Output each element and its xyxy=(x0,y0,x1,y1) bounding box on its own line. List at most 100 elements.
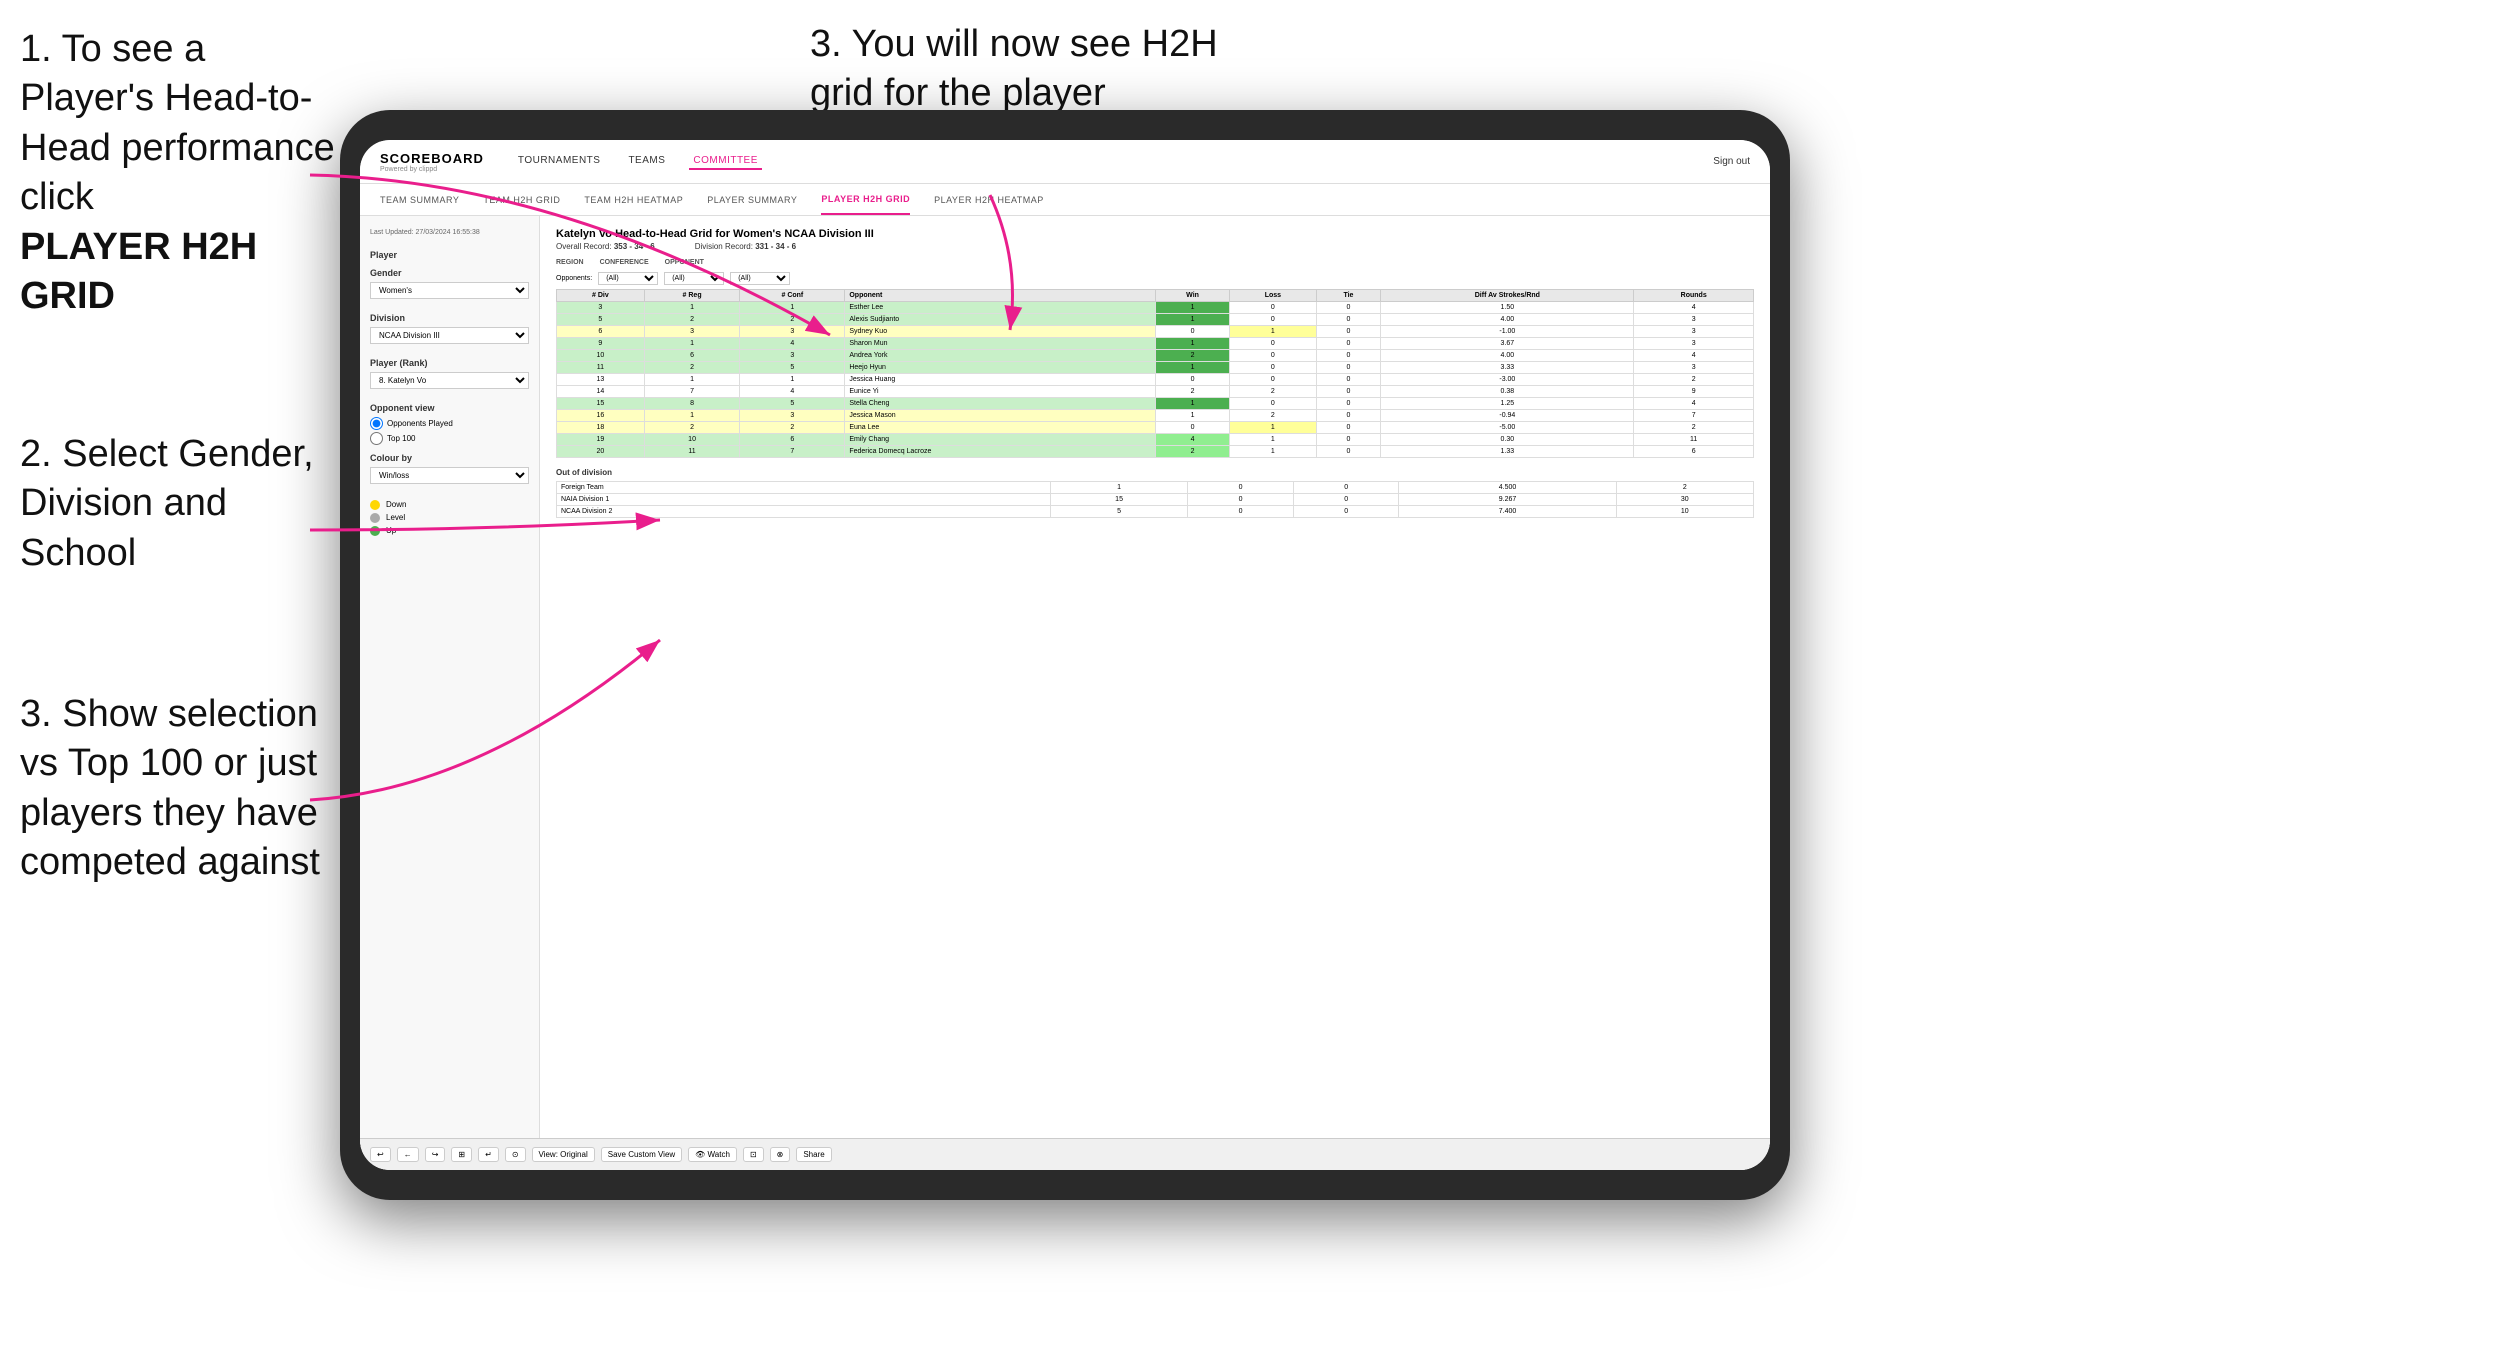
instruction-3-left-text: 3. Show selection vs Top 100 or just pla… xyxy=(20,690,330,888)
sidebar-player-rank-label: Player (Rank) xyxy=(370,358,529,368)
cell-tie: 0 xyxy=(1316,410,1381,422)
grid-title: Katelyn Vo Head-to-Head Grid for Women's… xyxy=(556,228,1754,240)
cell-div: 16 xyxy=(557,410,645,422)
cell-conf: 3 xyxy=(740,350,845,362)
toolbar-grid[interactable]: ⊞ xyxy=(451,1147,472,1162)
main-content: Last Updated: 27/03/2024 16:55:38 Player… xyxy=(360,216,1770,1170)
cell-diff: 1.50 xyxy=(1381,302,1634,314)
cell-diff: -3.00 xyxy=(1381,374,1634,386)
cell-reg: 2 xyxy=(644,314,740,326)
legend-level: Level xyxy=(370,513,529,523)
toolbar-circle[interactable]: ⊙ xyxy=(505,1147,526,1162)
col-conf: # Conf xyxy=(740,290,845,302)
legend-up: Up xyxy=(370,526,529,536)
table-body: 3 1 1 Esther Lee 1 0 0 1.50 4 5 2 2 Alex… xyxy=(557,302,1754,458)
player-rank-select[interactable]: 8. Katelyn Vo xyxy=(370,372,529,389)
toolbar-watch[interactable]: 👁 Watch xyxy=(688,1147,737,1162)
toolbar-redo[interactable]: ↪ xyxy=(425,1147,446,1162)
out-cell-win: 15 xyxy=(1050,494,1187,506)
cell-loss: 1 xyxy=(1230,422,1316,434)
conference-select[interactable]: (All) xyxy=(664,272,724,285)
grid-subtitle: Overall Record: 353 - 34 - 6 Division Re… xyxy=(556,242,1754,251)
cell-diff: 4.00 xyxy=(1381,350,1634,362)
cell-reg: 3 xyxy=(644,326,740,338)
cell-div: 15 xyxy=(557,398,645,410)
tablet-device: SCOREBOARD Powered by clippd TOURNAMENTS… xyxy=(340,110,1790,1200)
cell-loss: 1 xyxy=(1230,446,1316,458)
cell-rounds: 3 xyxy=(1634,362,1754,374)
navbar: SCOREBOARD Powered by clippd TOURNAMENTS… xyxy=(360,140,1770,184)
cell-tie: 0 xyxy=(1316,386,1381,398)
cell-win: 0 xyxy=(1155,422,1229,434)
division-record: Division Record: 331 - 34 - 6 xyxy=(695,242,796,251)
opponents-filter-row: Opponents: (All) (All) (All) xyxy=(556,272,1754,285)
subnav-player-h2h-grid[interactable]: PLAYER H2H GRID xyxy=(821,184,910,215)
col-tie: Tie xyxy=(1316,290,1381,302)
subnav-player-h2h-heatmap[interactable]: PLAYER H2H HEATMAP xyxy=(934,184,1044,215)
col-opponent: Opponent xyxy=(845,290,1156,302)
table-row: 16 1 3 Jessica Mason 1 2 0 -0.94 7 xyxy=(557,410,1754,422)
cell-reg: 7 xyxy=(644,386,740,398)
region-label: Region xyxy=(556,259,584,266)
sidebar-division-label: Division xyxy=(370,313,529,323)
cell-diff: 0.30 xyxy=(1381,434,1634,446)
subnav-team-summary[interactable]: TEAM SUMMARY xyxy=(380,184,459,215)
radio-opponents-played[interactable]: Opponents Played xyxy=(370,417,529,430)
cell-tie: 0 xyxy=(1316,434,1381,446)
cell-div: 11 xyxy=(557,362,645,374)
subnav-player-summary[interactable]: PLAYER SUMMARY xyxy=(707,184,797,215)
division-select[interactable]: NCAA Division III xyxy=(370,327,529,344)
out-cell-name: Foreign Team xyxy=(557,482,1051,494)
out-cell-rounds: 10 xyxy=(1616,506,1753,518)
cell-tie: 0 xyxy=(1316,374,1381,386)
toolbar-share-icon[interactable]: ⊗ xyxy=(770,1147,791,1162)
gender-select[interactable]: Women's xyxy=(370,282,529,299)
sidebar-gender-label: Gender xyxy=(370,268,529,278)
cell-rounds: 9 xyxy=(1634,386,1754,398)
cell-opponent: Andrea York xyxy=(845,350,1156,362)
opponents-select[interactable]: (All) xyxy=(598,272,658,285)
cell-tie: 0 xyxy=(1316,338,1381,350)
cell-tie: 0 xyxy=(1316,422,1381,434)
cell-win: 0 xyxy=(1155,374,1229,386)
opponent-view-radios: Opponents Played Top 100 xyxy=(370,417,529,445)
table-row: 9 1 4 Sharon Mun 1 0 0 3.67 3 xyxy=(557,338,1754,350)
opponent-select[interactable]: (All) xyxy=(730,272,790,285)
subnav-team-h2h-grid[interactable]: TEAM H2H GRID xyxy=(483,184,560,215)
cell-opponent: Sharon Mun xyxy=(845,338,1156,350)
colour-by-select[interactable]: Win/loss xyxy=(370,467,529,484)
toolbar-save-custom-view[interactable]: Save Custom View xyxy=(601,1147,682,1162)
col-win: Win xyxy=(1155,290,1229,302)
nav-teams[interactable]: TEAMS xyxy=(624,153,669,170)
subnav-team-h2h-heatmap[interactable]: TEAM H2H HEATMAP xyxy=(584,184,683,215)
toolbar-export[interactable]: ⊡ xyxy=(743,1147,764,1162)
toolbar-undo[interactable]: ↩ xyxy=(370,1147,391,1162)
toolbar-view-original[interactable]: View: Original xyxy=(532,1147,595,1162)
cell-opponent: Stella Cheng xyxy=(845,398,1156,410)
cell-opponent: Sydney Kuo xyxy=(845,326,1156,338)
cell-div: 13 xyxy=(557,374,645,386)
radio-top-100[interactable]: Top 100 xyxy=(370,432,529,445)
logo-area: SCOREBOARD Powered by clippd xyxy=(380,151,484,173)
nav-sign-out[interactable]: Sign out xyxy=(1713,156,1750,167)
toolbar-enter[interactable]: ↵ xyxy=(478,1147,499,1162)
bottom-toolbar: ↩ ← ↪ ⊞ ↵ ⊙ View: Original Save Custom V… xyxy=(360,1138,1770,1170)
toolbar-share-btn[interactable]: Share xyxy=(796,1147,831,1162)
cell-win: 1 xyxy=(1155,314,1229,326)
cell-conf: 1 xyxy=(740,374,845,386)
instruction-1: 1. To see a Player's Head-to-Head perfor… xyxy=(20,25,340,321)
out-cell-win: 5 xyxy=(1050,506,1187,518)
cell-rounds: 3 xyxy=(1634,338,1754,350)
toolbar-back[interactable]: ← xyxy=(397,1147,419,1162)
cell-reg: 1 xyxy=(644,338,740,350)
cell-opponent: Jessica Mason xyxy=(845,410,1156,422)
table-row: 5 2 2 Alexis Sudjianto 1 0 0 4.00 3 xyxy=(557,314,1754,326)
cell-diff: -1.00 xyxy=(1381,326,1634,338)
cell-rounds: 4 xyxy=(1634,302,1754,314)
cell-rounds: 4 xyxy=(1634,350,1754,362)
nav-tournaments[interactable]: TOURNAMENTS xyxy=(514,153,605,170)
cell-diff: 0.38 xyxy=(1381,386,1634,398)
cell-loss: 2 xyxy=(1230,386,1316,398)
cell-opponent: Eunice Yi xyxy=(845,386,1156,398)
nav-committee[interactable]: COMMITTEE xyxy=(689,153,762,170)
